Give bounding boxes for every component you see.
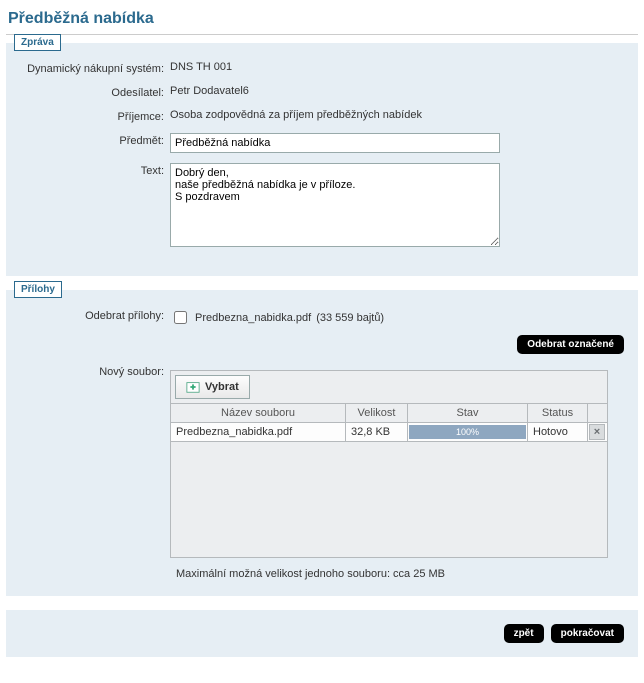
message-panel: Zpráva Dynamický nákupní systém: DNS TH … (6, 43, 638, 276)
continue-button[interactable]: pokračovat (551, 624, 624, 643)
remove-selected-button[interactable]: Odebrat označené (517, 335, 624, 354)
col-size: Velikost (346, 404, 408, 423)
attachment-checkbox[interactable] (174, 311, 187, 324)
col-state: Stav (408, 404, 528, 423)
back-button[interactable]: zpět (504, 624, 544, 643)
page-title: Předběžná nabídka (8, 10, 638, 28)
label-text: Text: (20, 163, 170, 250)
attachments-panel: Přílohy Odebrat přílohy: Predbezna_nabid… (6, 290, 638, 596)
value-sender: Petr Dodavatel6 (170, 85, 624, 99)
text-input[interactable] (170, 163, 500, 247)
col-action (588, 404, 608, 423)
label-subject: Předmět: (20, 133, 170, 153)
attachments-legend: Přílohy (14, 281, 62, 298)
upload-empty-area (170, 442, 608, 558)
attachment-name: Predbezna_nabidka.pdf (195, 312, 311, 324)
col-status: Status (528, 404, 588, 423)
table-row: Predbezna_nabidka.pdf 32,8 KB 100% Hotov… (171, 423, 608, 442)
add-file-icon (186, 380, 200, 394)
upload-progress: 100% (409, 425, 526, 439)
label-new-file: Nový soubor: (20, 364, 170, 558)
footer-panel: zpět pokračovat (6, 610, 638, 657)
attachment-size: (33 559 bajtů) (316, 312, 384, 324)
select-file-button[interactable]: Vybrat (175, 375, 250, 399)
cell-status: Hotovo (528, 423, 588, 442)
upload-table: Název souboru Velikost Stav Status Predb… (170, 403, 608, 442)
label-recipient: Příjemce: (20, 109, 170, 123)
value-recipient: Osoba zodpovědná za příjem předběžných n… (170, 109, 624, 123)
cell-size: 32,8 KB (346, 423, 408, 442)
subject-input[interactable] (170, 133, 500, 153)
divider (6, 34, 638, 35)
message-legend: Zpráva (14, 34, 61, 51)
max-size-note: Maximální možná velikost jednoho souboru… (176, 568, 624, 580)
col-name: Název souboru (171, 404, 346, 423)
cell-name: Predbezna_nabidka.pdf (171, 423, 346, 442)
select-file-label: Vybrat (205, 381, 239, 393)
label-remove-attach: Odebrat přílohy: (20, 308, 170, 354)
label-dns: Dynamický nákupní systém: (20, 61, 170, 75)
value-dns: DNS TH 001 (170, 61, 624, 75)
label-sender: Odesílatel: (20, 85, 170, 99)
delete-row-button[interactable]: × (589, 424, 605, 440)
